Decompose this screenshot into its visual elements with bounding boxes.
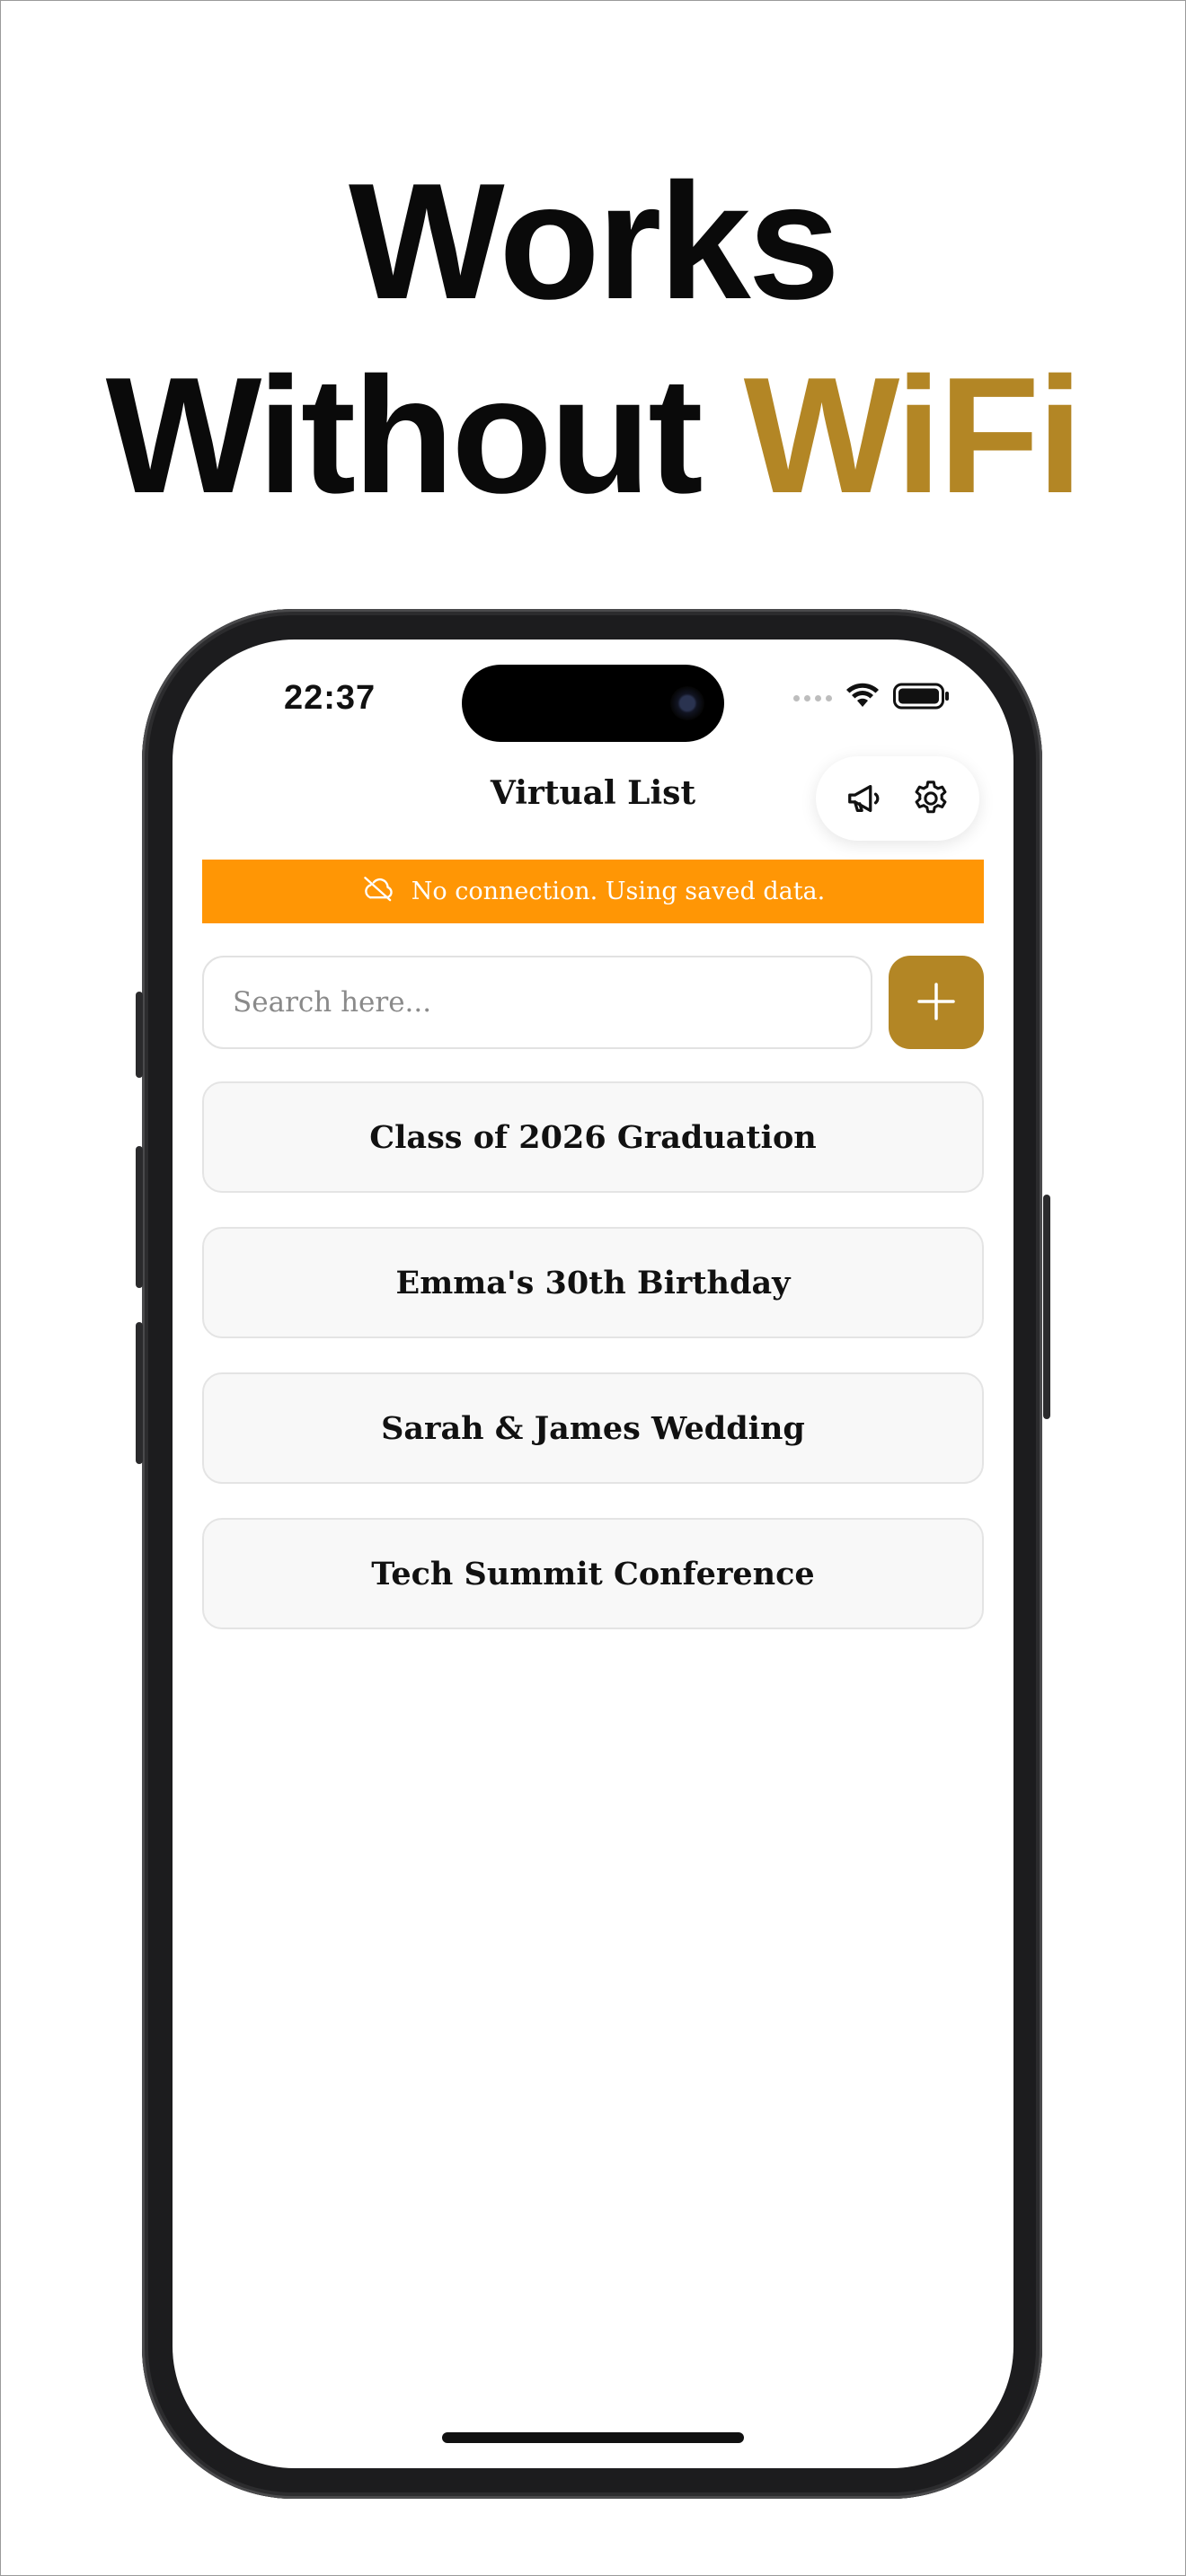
- list-item[interactable]: Sarah & James Wedding: [202, 1372, 984, 1484]
- list-item[interactable]: Emma's 30th Birthday: [202, 1227, 984, 1338]
- power-button: [1043, 1195, 1050, 1419]
- offline-banner-text: No connection. Using saved data.: [411, 878, 826, 905]
- add-list-button[interactable]: [889, 956, 984, 1049]
- volume-up-button: [136, 1146, 143, 1288]
- status-icons: [793, 683, 951, 714]
- marketing-headline: Works Without WiFi: [0, 144, 1186, 532]
- headline-line-2-prefix: Without: [105, 342, 744, 527]
- headline-line-1: Works: [348, 148, 840, 333]
- search-input[interactable]: [202, 956, 872, 1049]
- volume-down-button: [136, 1322, 143, 1464]
- offline-banner: No connection. Using saved data.: [202, 860, 984, 923]
- wifi-icon: [845, 683, 881, 714]
- phone-screen: 22:37 Virtual List No connection. Using …: [173, 640, 1013, 2468]
- list-item[interactable]: Tech Summit Conference: [202, 1518, 984, 1629]
- status-time: 22:37: [284, 679, 376, 717]
- plus-icon: [914, 979, 959, 1027]
- cloud-off-icon: [361, 875, 395, 908]
- list-item[interactable]: Class of 2026 Graduation: [202, 1081, 984, 1193]
- home-indicator[interactable]: [442, 2432, 744, 2443]
- dynamic-island: [462, 665, 724, 742]
- action-button: [136, 992, 143, 1078]
- nav-actions: [816, 756, 979, 841]
- signal-icon: [793, 695, 832, 701]
- headline-accent: WiFi: [743, 342, 1084, 527]
- camera-icon: [670, 686, 704, 720]
- battery-icon: [893, 683, 951, 714]
- headline-line-2: Without WiFi: [0, 338, 1186, 532]
- gear-icon[interactable]: [906, 773, 956, 824]
- megaphone-icon[interactable]: [840, 773, 890, 824]
- lists-container: Class of 2026 Graduation Emma's 30th Bir…: [202, 1081, 984, 1663]
